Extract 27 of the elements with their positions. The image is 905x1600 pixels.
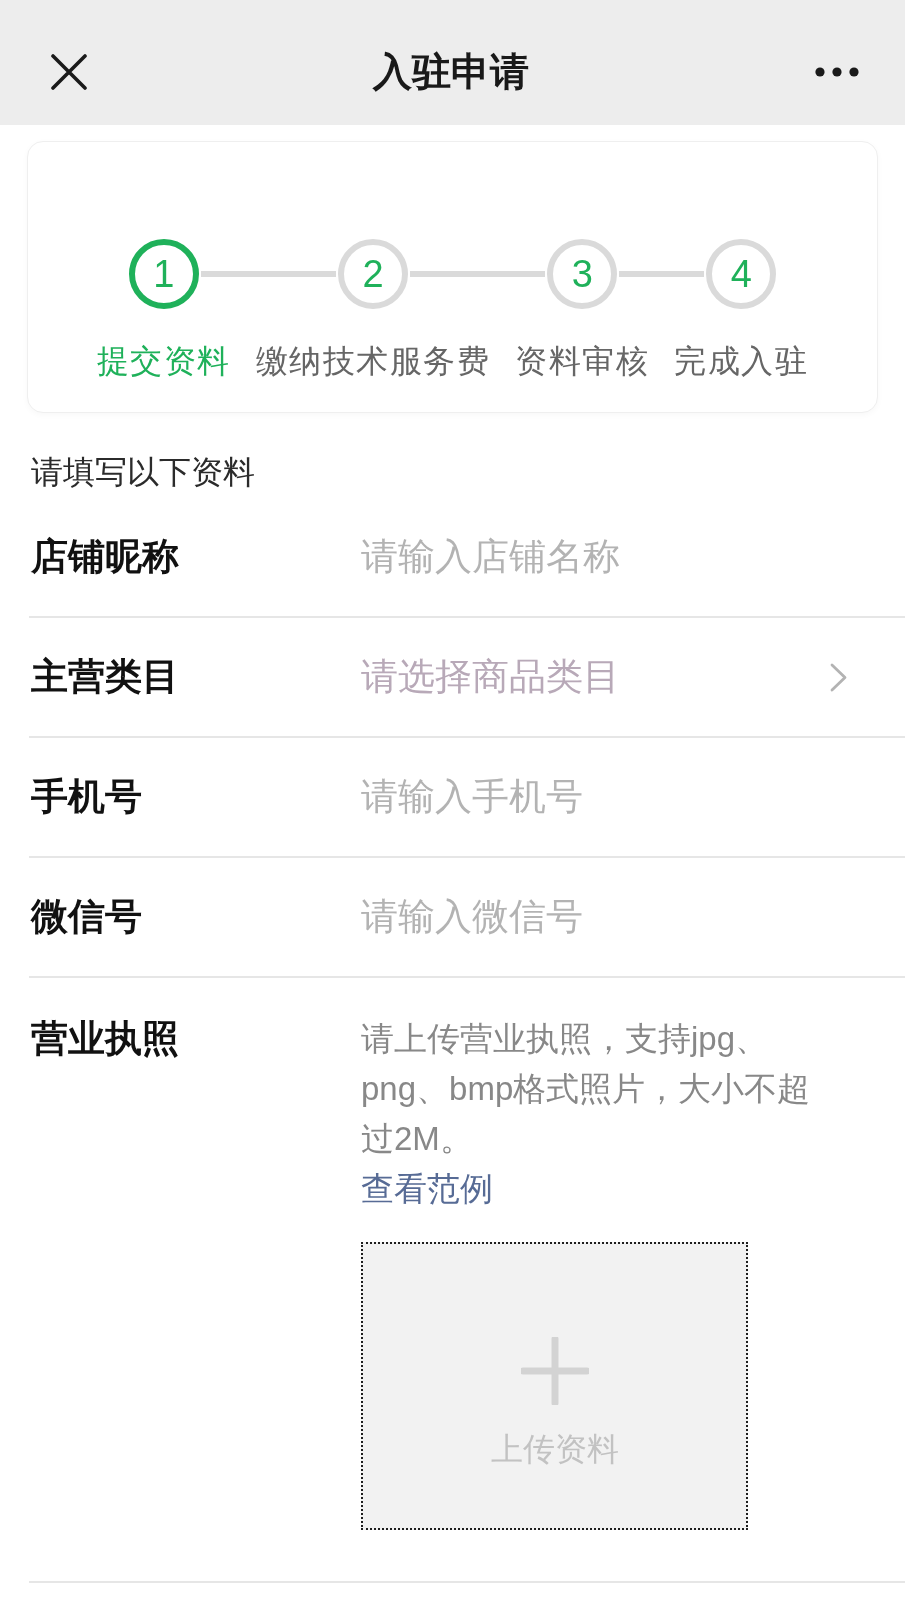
step-label: 完成入驻 [674,342,809,381]
close-icon [51,53,87,90]
field-label: 店铺昵称 [30,535,180,579]
step-circle: 3 [547,239,618,309]
more-icon [815,66,859,77]
form-heading: 请填写以下资料 [31,453,256,492]
example-link[interactable]: 查看范例 [361,1164,493,1214]
step-circle: 4 [706,239,777,309]
step-label: 资料审核 [515,342,650,381]
step-circle: 1 [128,239,199,309]
plus-icon [520,1337,589,1405]
page-title: 入驻申请 [373,48,529,95]
close-button[interactable] [51,53,87,90]
upload-hint: 请上传营业执照，支持jpg、png、bmp格式照片，大小不超过2M。 [361,1019,812,1159]
step-label: 提交资料 [96,342,231,381]
text-input[interactable]: 请输入手机号 [361,767,861,827]
field-label: 微信号 [29,895,143,939]
field-label: 手机号 [30,775,143,819]
category-picker[interactable]: 请选择商品类目 [361,647,847,707]
text-input[interactable]: 请输入微信号 [361,887,861,947]
field-label: 主营类目 [30,655,180,699]
field-label: 营业执照 [30,1017,180,1061]
step-circle: 2 [338,239,408,309]
chevron-right-icon [830,662,847,692]
text-input[interactable]: 请输入店铺名称 [361,527,861,587]
more-button[interactable] [815,66,859,77]
step-label: 缴纳技术服务费 [255,342,491,381]
